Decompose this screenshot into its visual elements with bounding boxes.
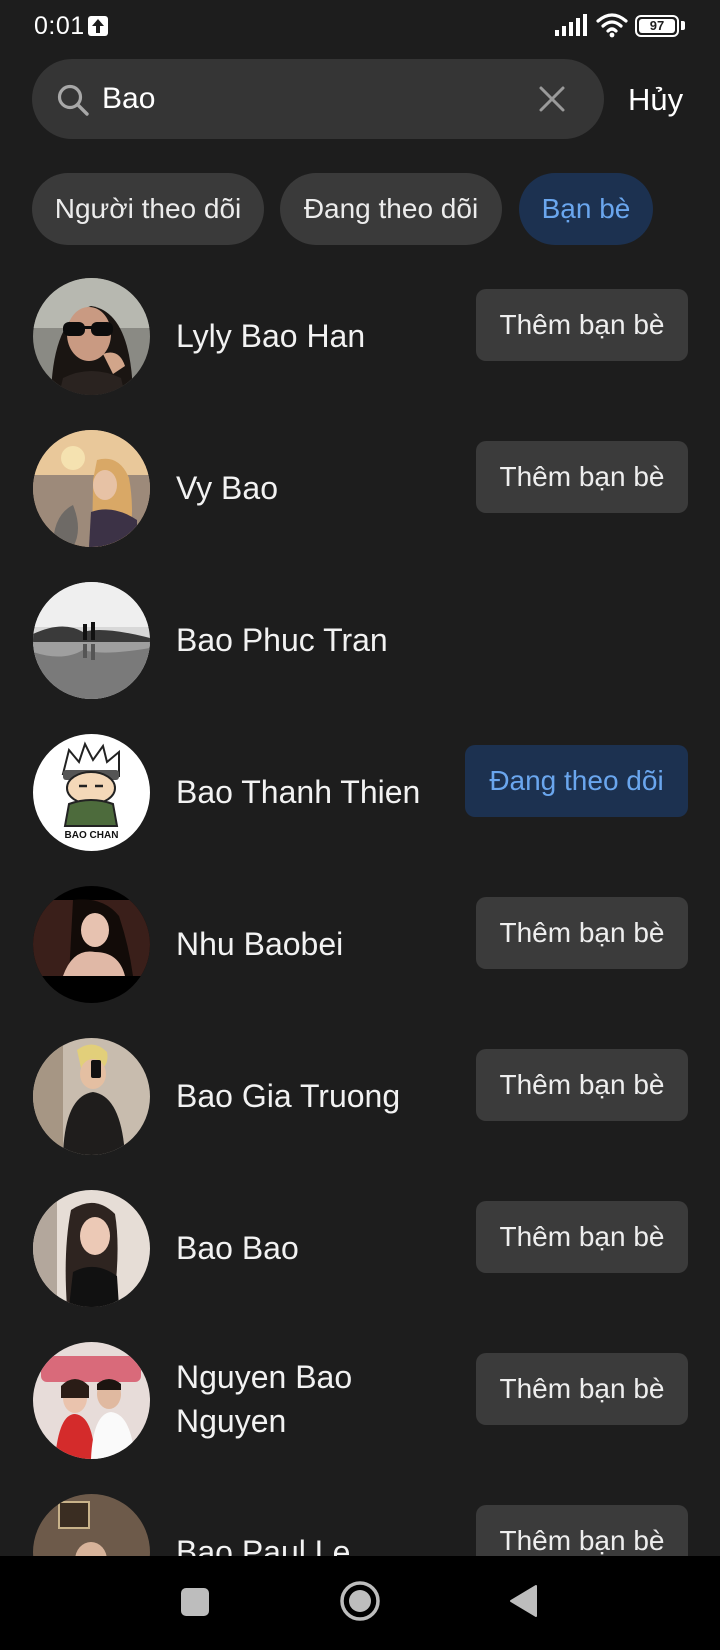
list-item[interactable]: Nhu Baobei Thêm bạn bè (0, 866, 720, 1018)
list-item[interactable]: Vy Bao Thêm bạn bè (0, 410, 720, 562)
screen: 0:01 97 Bao Hủy Người theo dõi Đang theo… (0, 0, 720, 1650)
avatar (33, 1342, 150, 1459)
signal-icon (555, 14, 587, 41)
avatar (33, 430, 150, 547)
list-item[interactable]: Bao Gia Truong Thêm bạn bè (0, 1018, 720, 1170)
avatar (33, 1190, 150, 1307)
add-friend-button[interactable]: Thêm bạn bè (476, 1049, 688, 1121)
clear-icon[interactable] (537, 84, 567, 119)
add-friend-button[interactable]: Thêm bạn bè (476, 441, 688, 513)
result-name: Lyly Bao Han (176, 318, 366, 354)
search-input[interactable] (102, 75, 542, 123)
avatar-label: BAO CHAN (65, 830, 119, 841)
result-name: Nguyen Bao Nguyen (176, 1359, 353, 1439)
result-name: Bao Bao (176, 1230, 299, 1266)
avatar (33, 1038, 150, 1155)
status-time: 0:01 (34, 12, 85, 40)
battery-icon: 97 (635, 15, 679, 37)
filter-followers-chip[interactable]: Người theo dõi (32, 173, 264, 245)
list-item[interactable]: Bao Bao Thêm bạn bè (0, 1170, 720, 1322)
result-name: Bao Phuc Tran (176, 622, 388, 658)
result-name: Bao Thanh Thien (176, 774, 421, 810)
add-friend-button[interactable]: Thêm bạn bè (476, 897, 688, 969)
list-item[interactable]: BAO CHAN Bao Thanh Thien Đang theo dõi (0, 714, 720, 866)
add-friend-button[interactable]: Thêm bạn bè (476, 289, 688, 361)
filter-friends-chip[interactable]: Bạn bè (519, 173, 653, 245)
list-item[interactable]: Nguyen Bao Nguyen Thêm bạn bè (0, 1322, 720, 1474)
search-icon (56, 83, 90, 122)
battery-tip (681, 21, 685, 30)
result-name: Bao Gia Truong (176, 1078, 401, 1114)
navigation-bar (0, 1556, 720, 1650)
avatar (33, 886, 150, 1003)
list-item[interactable]: Lyly Bao Han Thêm bạn bè (0, 258, 720, 410)
result-name: Vy Bao (176, 470, 278, 506)
result-name: Nhu Baobei (176, 926, 344, 962)
following-button[interactable]: Đang theo dõi (465, 745, 688, 817)
upload-icon (88, 16, 108, 36)
nav-back-icon[interactable] (508, 1584, 538, 1623)
add-friend-button[interactable]: Thêm bạn bè (476, 1353, 688, 1425)
wifi-icon (596, 12, 628, 43)
list-item[interactable]: Bao Phuc Tran (0, 562, 720, 714)
avatar: BAO CHAN (33, 734, 150, 851)
add-friend-button[interactable]: Thêm bạn bè (476, 1201, 688, 1273)
battery-level: 97 (649, 18, 665, 33)
search-box[interactable] (32, 59, 604, 139)
cancel-button[interactable]: Hủy (628, 82, 683, 118)
nav-home-icon[interactable] (339, 1580, 381, 1627)
nav-recents-icon[interactable] (181, 1588, 209, 1616)
avatar (33, 278, 150, 395)
filter-following-chip[interactable]: Đang theo dõi (280, 173, 502, 245)
avatar (33, 582, 150, 699)
status-bar: 0:01 97 (0, 0, 720, 54)
